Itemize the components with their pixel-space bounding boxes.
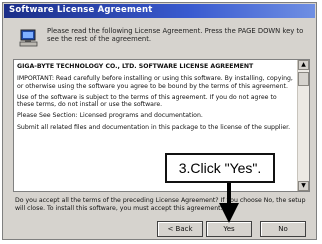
scroll-up-icon[interactable]: ▲ [298, 60, 309, 70]
license-paragraph: Submit all related files and documentati… [17, 123, 291, 131]
license-content: GIGA-BYTE TECHNOLOGY CO., LTD. SOFTWARE … [17, 63, 295, 135]
computer-icon [19, 28, 39, 48]
arrow-down-icon [219, 203, 239, 223]
no-button[interactable]: No [260, 221, 306, 237]
window-title: Software License Agreement [9, 5, 153, 15]
scroll-thumb[interactable] [298, 72, 309, 86]
back-button[interactable]: < Back [157, 221, 203, 237]
license-paragraph: Use of the software is subject to the te… [17, 93, 277, 109]
instruction-text: Please read the following License Agreem… [47, 27, 304, 43]
arrow-shaft [227, 183, 231, 205]
license-scrollbar[interactable]: ▲ ▼ [297, 60, 309, 191]
license-paragraph: IMPORTANT: Read carefully before install… [17, 75, 293, 90]
yes-button[interactable]: Yes [206, 221, 252, 237]
license-paragraph: Please See Section: Licensed programs an… [17, 112, 203, 120]
title-bar[interactable]: Software License Agreement [4, 4, 315, 18]
license-dialog-window: Software License Agreement Please read t… [2, 2, 317, 240]
license-heading: GIGA-BYTE TECHNOLOGY CO., LTD. SOFTWARE … [17, 63, 254, 70]
accept-question-text: Do you accept all the terms of the prece… [15, 197, 306, 212]
instruction-callout: 3.Click "Yes". [165, 153, 275, 183]
scroll-down-icon[interactable]: ▼ [298, 181, 309, 191]
